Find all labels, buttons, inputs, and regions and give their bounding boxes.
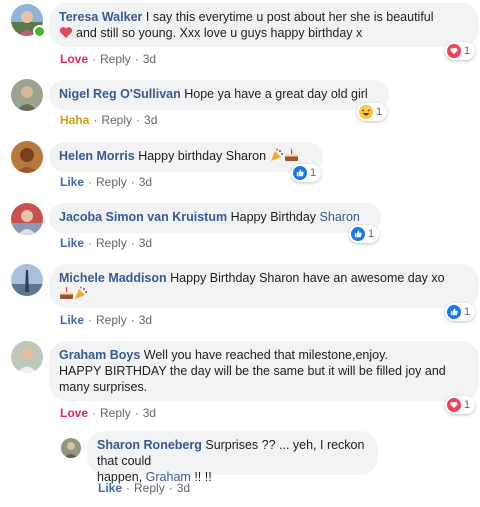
- reaction-number: 1: [310, 167, 317, 179]
- like-button[interactable]: Like: [60, 175, 84, 189]
- comment-actions: Love · Reply · 3d: [60, 406, 157, 420]
- reply-button[interactable]: Reply: [100, 52, 131, 66]
- love-button[interactable]: Love: [60, 406, 88, 420]
- comment-actions: Like · Reply · 3d: [98, 481, 191, 495]
- mention-link[interactable]: Sharon: [320, 210, 360, 224]
- like-icon: [351, 227, 365, 241]
- reaction-count[interactable]: 1: [445, 303, 476, 321]
- reaction-count[interactable]: 1: [357, 103, 388, 121]
- party-popper-emoji-icon: [74, 286, 88, 304]
- avatar[interactable]: [11, 79, 43, 111]
- comment-actions: Haha · Reply · 3d: [60, 113, 158, 127]
- like-icon: [447, 305, 461, 319]
- reaction-count[interactable]: 1: [291, 164, 322, 182]
- comment-actions: Like · Reply · 3d: [60, 236, 153, 250]
- comment-author[interactable]: Michele Maddison: [59, 271, 167, 285]
- avatar[interactable]: [11, 264, 43, 296]
- avatar[interactable]: [11, 141, 43, 173]
- comment-bubble: Graham Boys Well you have reached that m…: [49, 341, 479, 401]
- online-status-icon: [33, 25, 46, 38]
- heart-emoji-icon: [59, 26, 73, 43]
- reaction-number: 1: [368, 228, 375, 240]
- comment-author[interactable]: Nigel Reg O'Sullivan: [59, 87, 181, 101]
- timestamp[interactable]: 3d: [177, 481, 190, 495]
- reply-button[interactable]: Reply: [100, 406, 131, 420]
- comment-author[interactable]: Helen Morris: [59, 149, 135, 163]
- timestamp[interactable]: 3d: [139, 313, 152, 327]
- haha-button[interactable]: Haha: [60, 113, 89, 127]
- comment-author[interactable]: Sharon Roneberg: [97, 438, 202, 452]
- comment-author[interactable]: Teresa Walker: [59, 10, 142, 24]
- reaction-count[interactable]: 1: [349, 225, 380, 243]
- comment-text: Happy Birthday Sharon have an awesome da…: [170, 271, 445, 285]
- comment-bubble: Nigel Reg O'Sullivan Hope ya have a grea…: [49, 80, 389, 110]
- comment-bubble: Teresa Walker I say this everytime u pos…: [49, 3, 479, 47]
- comment-actions: Like · Reply · 3d: [60, 175, 153, 189]
- comment-text-line2-end: !! !!: [194, 470, 212, 484]
- timestamp[interactable]: 3d: [144, 113, 157, 127]
- comment-text-line2: HAPPY BIRTHDAY the day will be the same …: [59, 364, 446, 378]
- comment-bubble: Jacoba Simon van Kruistum Happy Birthday…: [49, 203, 381, 233]
- comment-author[interactable]: Graham Boys: [59, 348, 140, 362]
- comment-bubble: Michele Maddison Happy Birthday Sharon h…: [49, 264, 479, 308]
- party-popper-emoji-icon: [270, 148, 284, 166]
- comment-text: Happy birthday Sharon: [138, 149, 267, 163]
- comment-bubble: Sharon Roneberg Surprises ?? ... yeh, I …: [87, 431, 378, 484]
- like-button[interactable]: Like: [98, 481, 122, 495]
- avatar[interactable]: [11, 341, 43, 373]
- reaction-count[interactable]: 1: [445, 42, 476, 60]
- comment-bubble: Helen Morris Happy birthday Sharon: [49, 142, 323, 172]
- like-button[interactable]: Like: [60, 236, 84, 250]
- reaction-count[interactable]: 1: [445, 396, 476, 414]
- reply-button[interactable]: Reply: [96, 313, 127, 327]
- birthday-cake-emoji-icon: [59, 286, 74, 304]
- timestamp[interactable]: 3d: [139, 175, 152, 189]
- timestamp[interactable]: 3d: [143, 406, 156, 420]
- reply-button[interactable]: Reply: [96, 236, 127, 250]
- comment-text-line3: many surprises.: [59, 380, 148, 394]
- like-icon: [293, 166, 307, 180]
- avatar[interactable]: [61, 438, 81, 458]
- comment-actions: Love · Reply · 3d: [60, 52, 157, 66]
- comment-text: Well you have reached that milestone,enj…: [143, 348, 388, 362]
- birthday-cake-emoji-icon: [284, 148, 299, 166]
- reaction-number: 1: [464, 45, 471, 57]
- comment-text: I say this everytime u post about her sh…: [145, 10, 434, 24]
- reply-button[interactable]: Reply: [96, 175, 127, 189]
- avatar[interactable]: [11, 203, 43, 235]
- timestamp[interactable]: 3d: [143, 52, 156, 66]
- haha-icon: [359, 105, 373, 119]
- reply-button[interactable]: Reply: [101, 113, 132, 127]
- timestamp[interactable]: 3d: [139, 236, 152, 250]
- love-button[interactable]: Love: [60, 52, 88, 66]
- reaction-number: 1: [464, 399, 471, 411]
- reply-button[interactable]: Reply: [134, 481, 165, 495]
- comment-text: Hope ya have a great day old girl: [184, 87, 368, 101]
- comment-text-line2: and still so young. Xxx love u guys happ…: [76, 26, 363, 40]
- heart-icon: [447, 398, 461, 412]
- reaction-number: 1: [376, 106, 383, 118]
- heart-icon: [447, 44, 461, 58]
- comment-actions: Like · Reply · 3d: [60, 313, 153, 327]
- comment-text: Happy Birthday: [230, 210, 317, 224]
- comment-author[interactable]: Jacoba Simon van Kruistum: [59, 210, 227, 224]
- reaction-number: 1: [464, 306, 471, 318]
- like-button[interactable]: Like: [60, 313, 84, 327]
